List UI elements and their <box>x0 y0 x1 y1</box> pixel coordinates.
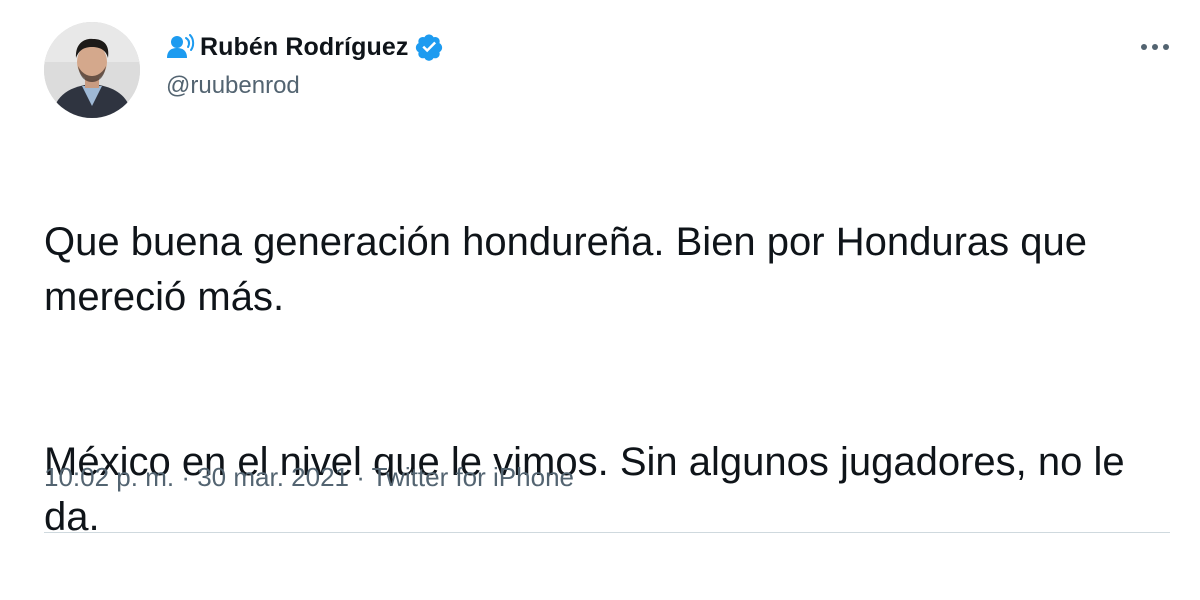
handle[interactable]: @ruubenrod <box>166 72 444 100</box>
meta-separator: · <box>181 462 190 492</box>
divider <box>44 532 1170 533</box>
display-name[interactable]: Rubén Rodríguez <box>200 33 408 62</box>
meta-separator: · <box>356 462 365 492</box>
tweet-paragraph: Que buena generación hondureña. Bien por… <box>44 220 1088 319</box>
name-row: Rubén Rodríguez <box>166 30 444 64</box>
avatar[interactable] <box>44 22 140 118</box>
tweet: Rubén Rodríguez @ruubenrod Que buena gen… <box>0 0 1200 539</box>
tweet-date[interactable]: 30 mar. 2021 <box>197 462 349 492</box>
spaces-speaker-icon <box>166 34 196 60</box>
tweet-meta: 10:02 p. m. · 30 mar. 2021 · Twitter for… <box>44 462 574 493</box>
author-info: Rubén Rodríguez @ruubenrod <box>166 30 444 100</box>
tweet-source[interactable]: Twitter for iPhone <box>372 462 574 492</box>
tweet-time[interactable]: 10:02 p. m. <box>44 462 174 492</box>
avatar-photo <box>44 22 140 118</box>
more-horizontal-icon[interactable] <box>1138 40 1172 54</box>
verified-badge-icon <box>414 32 444 62</box>
tweet-text: Que buena generación hondureña. Bien por… <box>44 160 1164 600</box>
